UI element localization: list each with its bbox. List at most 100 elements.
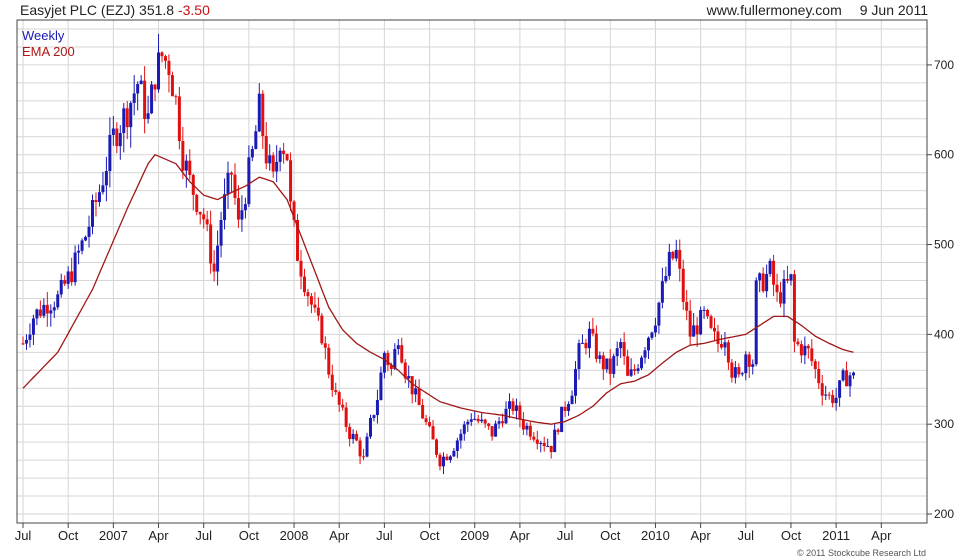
candle-body bbox=[678, 249, 682, 269]
candle-body bbox=[810, 348, 814, 362]
candle-body bbox=[626, 356, 630, 376]
candle-body bbox=[681, 268, 685, 302]
candle-body bbox=[254, 131, 258, 150]
candle-body bbox=[653, 325, 657, 333]
x-tick-label: 2009 bbox=[460, 528, 489, 543]
candle-body bbox=[845, 370, 849, 387]
x-tick-label: Jul bbox=[376, 528, 393, 543]
candle-body bbox=[674, 249, 678, 259]
candle-body bbox=[327, 347, 331, 375]
legend-weekly: Weekly bbox=[22, 28, 65, 43]
candle-body bbox=[153, 84, 157, 90]
candle-body bbox=[796, 341, 800, 345]
candle-body bbox=[330, 374, 334, 391]
candle-body bbox=[587, 328, 591, 349]
candle-body bbox=[358, 440, 362, 457]
candle-body bbox=[501, 421, 505, 424]
candle-body bbox=[52, 307, 56, 311]
candle-body bbox=[24, 339, 28, 344]
y-tick-label: 700 bbox=[934, 58, 954, 72]
candle-body bbox=[77, 250, 81, 253]
candle-body bbox=[348, 426, 352, 440]
candle-body bbox=[633, 369, 637, 371]
candle-body bbox=[396, 345, 400, 350]
candle-body bbox=[247, 157, 251, 205]
candle-body bbox=[643, 350, 647, 358]
candle-body bbox=[111, 128, 115, 135]
candle-body bbox=[302, 276, 306, 293]
candle-body bbox=[226, 172, 230, 195]
candle-body bbox=[567, 404, 571, 411]
candle-body bbox=[101, 185, 105, 193]
candle-body bbox=[553, 429, 557, 453]
candle-body bbox=[803, 345, 807, 356]
candle-body bbox=[216, 245, 220, 272]
candle-body bbox=[490, 426, 494, 437]
candle-body bbox=[438, 454, 442, 467]
candle-body bbox=[205, 219, 209, 225]
candle-body bbox=[150, 84, 154, 114]
candle-body bbox=[174, 96, 178, 98]
candle-body bbox=[229, 172, 233, 175]
legend-ema: EMA 200 bbox=[22, 44, 75, 59]
candle-body bbox=[775, 284, 779, 293]
candle-body bbox=[462, 424, 466, 434]
candle-body bbox=[619, 342, 623, 349]
candle-body bbox=[143, 80, 147, 119]
candle-body bbox=[160, 52, 164, 57]
candle-body bbox=[362, 456, 366, 458]
x-tick-label: Jul bbox=[15, 528, 32, 543]
candle-body bbox=[393, 349, 397, 369]
candle-body bbox=[785, 279, 789, 281]
candle-body bbox=[782, 279, 786, 304]
candle-body bbox=[129, 102, 133, 128]
candle-body bbox=[431, 426, 435, 440]
candle-body bbox=[424, 418, 428, 423]
candle-body bbox=[594, 333, 598, 359]
candle-body bbox=[709, 316, 713, 328]
candle-body bbox=[351, 433, 355, 440]
candle-body bbox=[289, 160, 293, 202]
candle-body bbox=[452, 450, 456, 457]
candle-body bbox=[441, 456, 445, 467]
candle-body bbox=[118, 133, 122, 147]
candle-body bbox=[233, 174, 237, 199]
x-tick-label: Oct bbox=[781, 528, 802, 543]
candle-body bbox=[268, 155, 272, 164]
x-tick-label: Oct bbox=[419, 528, 440, 543]
candle-body bbox=[334, 390, 338, 393]
candle-body bbox=[382, 353, 386, 373]
candle-body bbox=[49, 310, 53, 314]
candle-body bbox=[209, 224, 213, 264]
candle-body bbox=[316, 307, 320, 316]
candle-body bbox=[640, 357, 644, 369]
candle-body bbox=[122, 108, 126, 134]
x-tick-label: Apr bbox=[871, 528, 892, 543]
candle-body bbox=[765, 274, 769, 292]
candle-body bbox=[525, 425, 529, 430]
candle-body bbox=[667, 251, 671, 276]
candle-body bbox=[726, 342, 730, 363]
candle-body bbox=[824, 394, 828, 396]
candle-body bbox=[372, 415, 376, 418]
candle-body bbox=[365, 436, 369, 457]
candle-body bbox=[219, 220, 223, 246]
candle-body bbox=[282, 150, 286, 154]
candle-body bbox=[612, 356, 616, 374]
candle-body bbox=[799, 344, 803, 356]
candle-body bbox=[789, 274, 793, 281]
candle-body bbox=[737, 367, 741, 375]
y-tick-label: 600 bbox=[934, 148, 954, 162]
candle-body bbox=[521, 419, 525, 430]
candle-body bbox=[657, 302, 661, 326]
candle-body bbox=[560, 406, 564, 432]
candle-body bbox=[448, 456, 452, 461]
candle-body bbox=[779, 292, 783, 304]
candle-body bbox=[671, 251, 675, 259]
candle-body bbox=[608, 358, 612, 374]
candle-body bbox=[45, 304, 49, 314]
candle-body bbox=[591, 328, 595, 334]
candle-body bbox=[417, 388, 421, 406]
candle-body bbox=[337, 392, 341, 405]
candle-body bbox=[250, 149, 254, 158]
